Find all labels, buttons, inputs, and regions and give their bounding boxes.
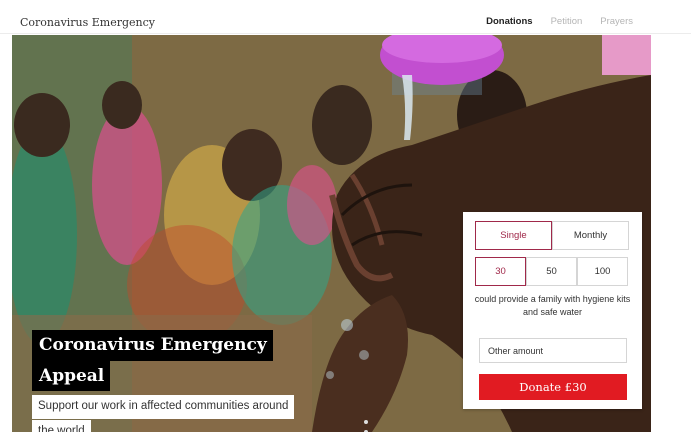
frequency-toggle: Single Monthly xyxy=(475,221,629,250)
amount-options: 30 50 100 xyxy=(475,257,628,286)
top-bar: Coronavirus Emergency Donations Petition… xyxy=(0,0,691,34)
hero-title-line-2: Appeal xyxy=(32,360,111,392)
nav-donations[interactable]: Donations xyxy=(486,16,532,27)
carousel-dots xyxy=(364,420,368,432)
hero-title-block: Coronavirus Emergency Appeal Support our… xyxy=(32,330,295,432)
amount-50-button[interactable]: 50 xyxy=(526,257,577,286)
nav-prayers[interactable]: Prayers xyxy=(600,16,633,27)
frequency-single-button[interactable]: Single xyxy=(475,221,552,250)
carousel-dot[interactable] xyxy=(364,420,368,424)
other-amount-input[interactable] xyxy=(479,338,627,363)
donation-panel: Single Monthly 30 50 100 could provide a… xyxy=(463,212,642,409)
brand-title: Coronavirus Emergency xyxy=(20,16,156,29)
hero-subtitle-line-1: Support our work in affected communities… xyxy=(32,395,295,420)
hero-subtitle-line-2: the world xyxy=(32,420,91,432)
amount-description: could provide a family with hygiene kits… xyxy=(474,294,631,318)
nav-petition[interactable]: Petition xyxy=(551,16,583,27)
hero-title-line-1: Coronavirus Emergency xyxy=(32,330,273,361)
main-nav: Donations Petition Prayers xyxy=(486,16,633,27)
amount-30-button[interactable]: 30 xyxy=(475,257,526,286)
amount-100-button[interactable]: 100 xyxy=(577,257,628,286)
donate-button[interactable]: Donate £30 xyxy=(479,374,627,400)
frequency-monthly-button[interactable]: Monthly xyxy=(552,221,629,250)
